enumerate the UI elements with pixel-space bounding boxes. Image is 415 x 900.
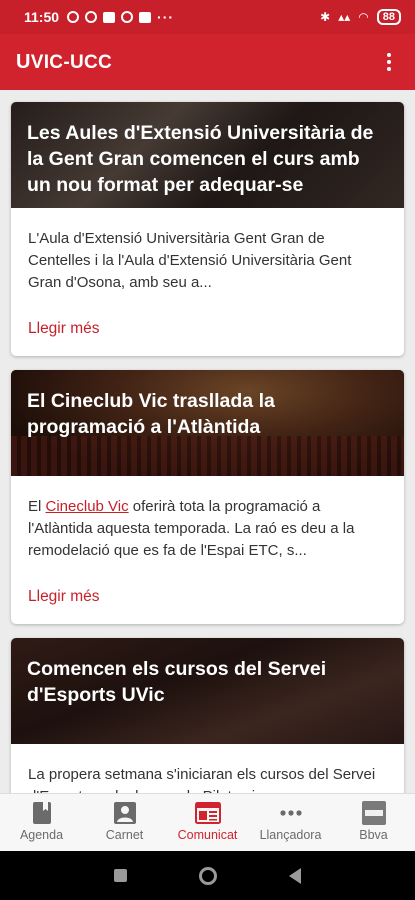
news-card-image[interactable]: El Cineclub Vic trasllada la programació… <box>11 370 404 476</box>
more-horiz-icon <box>279 800 303 826</box>
nav-item-llancadora[interactable]: Llançadora <box>249 794 332 851</box>
instagram-icon <box>139 11 152 23</box>
alarm-icon <box>85 11 98 23</box>
wifi-icon: ◠ <box>358 10 369 24</box>
menu-dot-icon <box>387 60 391 64</box>
news-card-excerpt: L'Aula d'Extensió Universitària Gent Gra… <box>28 230 352 291</box>
bbva-icon <box>361 800 386 826</box>
notification-icons <box>67 11 152 23</box>
app-title: VIC-UCC <box>30 51 113 73</box>
news-card-body: La propera setmana s'iniciaran els curso… <box>11 744 404 793</box>
nav-item-label: Carnet <box>105 828 144 842</box>
nav-item-bbva[interactable]: Bbva <box>332 794 415 851</box>
news-card-body: El Cineclub Vic oferirà tota la programa… <box>11 476 404 624</box>
recent-apps-button[interactable] <box>114 869 127 882</box>
read-more-link[interactable]: Llegir més <box>28 320 100 338</box>
nav-item-carnet[interactable]: Carnet <box>83 794 166 851</box>
news-card[interactable]: Les Aules d'Extensió Universitària de la… <box>11 102 404 356</box>
status-bar: 11:50 ··· ✱ ▴▴ ◠ 88 <box>0 0 415 34</box>
news-card-title: Les Aules d'Extensió Universitària de la… <box>27 122 374 196</box>
battery-indicator: 88 <box>376 9 401 25</box>
dnd-icon <box>67 11 80 23</box>
bottom-navigation: Agenda Carnet Comunicat Llançadora Bbva <box>0 793 415 851</box>
news-card[interactable]: Comencen els cursos del Servei d'Esports… <box>11 638 404 793</box>
more-notifications-icon: ··· <box>157 9 175 25</box>
news-card-image[interactable]: Les Aules d'Extensió Universitària de la… <box>11 102 404 208</box>
news-feed[interactable]: Les Aules d'Extensió Universitària de la… <box>0 90 415 793</box>
system-navigation-bar <box>0 851 415 900</box>
news-card-title: Comencen els cursos del Servei d'Esports… <box>27 658 327 706</box>
news-card-image[interactable]: Comencen els cursos del Servei d'Esports… <box>11 638 404 744</box>
news-card-title: El Cineclub Vic trasllada la programació… <box>27 390 275 438</box>
read-more-link[interactable]: Llegir més <box>28 588 100 606</box>
app-bar: UVIC-UCC <box>0 34 415 90</box>
id-card-icon <box>113 800 137 826</box>
news-card-excerpt: La propera setmana s'iniciaran els curso… <box>28 766 376 793</box>
bluetooth-icon: ✱ <box>320 10 331 24</box>
news-card-excerpt: El Cineclub Vic oferirà tota la programa… <box>28 498 355 559</box>
back-button[interactable] <box>289 867 301 884</box>
menu-dot-icon <box>387 53 391 57</box>
nav-item-label: Comunicat <box>177 828 238 842</box>
nav-item-agenda[interactable]: Agenda <box>0 794 83 851</box>
newspaper-icon <box>194 800 221 826</box>
home-button[interactable] <box>199 866 217 885</box>
whatsapp-icon <box>121 11 134 23</box>
news-card[interactable]: El Cineclub Vic trasllada la programació… <box>11 370 404 624</box>
message-icon <box>103 11 116 23</box>
status-time: 11:50 <box>24 9 60 25</box>
nav-item-comunicat[interactable]: Comunicat <box>166 794 249 851</box>
news-card-body: L'Aula d'Extensió Universitària Gent Gra… <box>11 208 404 356</box>
overflow-menu-button[interactable] <box>379 47 399 77</box>
menu-dot-icon <box>387 67 391 71</box>
nav-item-label: Agenda <box>19 828 64 842</box>
nav-item-label: Bbva <box>359 828 388 842</box>
app-logo: UVIC-UCC <box>16 51 112 74</box>
nav-item-label: Llançadora <box>259 828 322 842</box>
logo-mark: U <box>16 50 31 73</box>
bookmark-book-icon <box>32 800 52 826</box>
cineclub-link[interactable]: Cineclub Vic <box>46 498 129 515</box>
signal-icon: ▴▴ <box>338 10 351 24</box>
